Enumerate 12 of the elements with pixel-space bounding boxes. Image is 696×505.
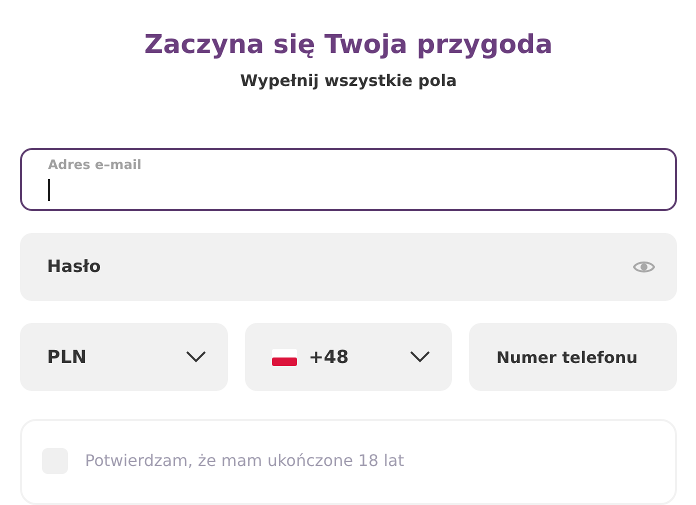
chevron-down-icon: [410, 351, 430, 363]
text-cursor: [48, 179, 50, 201]
phone-field[interactable]: Numer telefonu: [469, 323, 677, 391]
country-code-select[interactable]: +48: [244, 323, 452, 391]
page-title: Zaczyna się Twoja przygoda: [144, 30, 553, 60]
eye-icon[interactable]: [633, 259, 655, 275]
page-subtitle: Wypełnij wszystkie pola: [240, 71, 457, 90]
currency-select[interactable]: PLN: [20, 323, 228, 391]
password-field[interactable]: Hasło: [20, 233, 677, 301]
field-label: Adres e–mail: [48, 158, 142, 173]
chevron-down-icon: [186, 351, 206, 363]
poland-flag-icon: [272, 348, 297, 366]
